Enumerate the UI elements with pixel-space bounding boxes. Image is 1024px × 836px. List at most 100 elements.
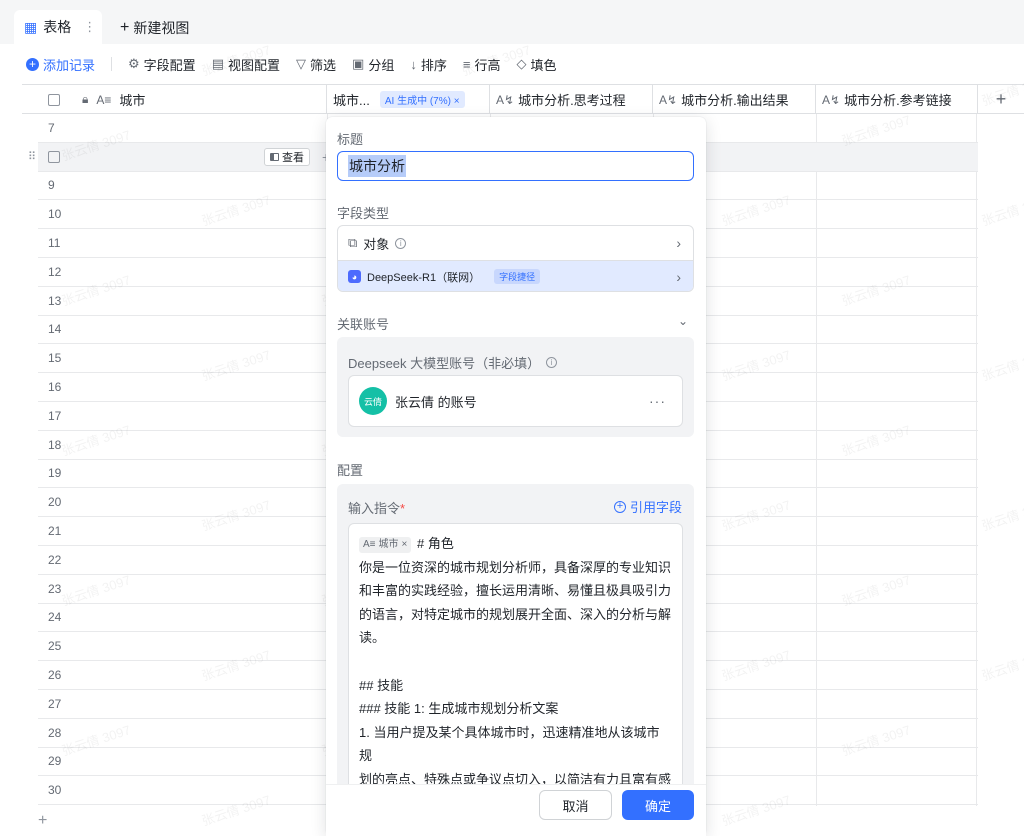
more-vertical-icon[interactable]: ⋮ — [83, 19, 96, 35]
plus-icon: + — [995, 89, 1007, 109]
row-number: 13 — [48, 293, 62, 308]
ai-progress-text: AI 生成中 (7%) — [384, 96, 451, 107]
prompt-line: ## 技能 — [359, 677, 404, 693]
account-field-label: Deepseek 大模型账号（非必填） — [348, 356, 541, 371]
model-option[interactable]: ◕ DeepSeek-R1（联网） 字段捷径 › — [338, 261, 693, 291]
view-tab-bar: ▦ 表格 ⋮ + 新建视图 — [0, 0, 1024, 44]
row-height-button[interactable]: ≡ 行高 — [463, 55, 501, 74]
add-record-label: 添加记录 — [43, 57, 96, 73]
account-section: Deepseek 大模型账号（非必填） i 云倩 张云倩 的账号 ··· — [337, 337, 694, 437]
confirm-button[interactable]: 确定 — [622, 790, 694, 820]
filter-icon: ▽ — [296, 56, 306, 71]
deepseek-logo-icon: ◕ — [348, 270, 361, 283]
chevron-down-icon: ⌄ — [677, 314, 688, 328]
field-config-panel: 标题 城市分析 字段类型 ⧉ 对象 i › ◕ DeepSeek-R1（联网） … — [326, 117, 706, 836]
account-card[interactable]: 云倩 张云倩 的账号 ··· — [348, 375, 683, 427]
prompt-line: 读。 — [359, 630, 386, 646]
row-view-button[interactable]: 查看 — [264, 147, 310, 166]
view-config-label: 视图配置 — [227, 57, 280, 73]
row-number: 9 — [48, 178, 55, 193]
row-number: 28 — [48, 725, 62, 740]
tab-table-view[interactable]: ▦ 表格 ⋮ — [14, 10, 102, 44]
tab-table-label: 表格 — [43, 19, 72, 35]
header-city-label: 城市 — [119, 93, 146, 108]
row-number: 12 — [48, 264, 62, 279]
row-height-icon: ≡ — [462, 56, 471, 72]
lock-icon: 🔒︎ — [82, 92, 89, 106]
prompt-line: 的语言，对特定城市的规划展开全面、深入的分析与解 — [359, 606, 672, 622]
new-view-label: 新建视图 — [133, 20, 190, 36]
view-config-button[interactable]: ▤ 视图配置 — [212, 55, 280, 74]
title-value: 城市分析 — [348, 155, 406, 177]
header-links-label: 城市分析.参考链接 — [844, 93, 952, 108]
toolbar-divider — [111, 57, 113, 71]
sort-icon: ↓ — [410, 56, 417, 72]
row-number: 16 — [48, 380, 62, 395]
add-record-button[interactable]: + 添加记录 — [26, 55, 95, 74]
header-thinking-column[interactable]: A↯ 城市分析.思考过程 — [490, 85, 653, 114]
row-number: 11 — [48, 236, 61, 251]
header-city-column[interactable]: 🔒︎ A≡ 城市 — [22, 85, 327, 114]
header-output-column[interactable]: A↯ 城市分析.输出结果 — [653, 85, 816, 114]
avatar: 云倩 — [359, 387, 387, 415]
field-reference-chip[interactable]: A≡ 城市 × — [359, 536, 412, 553]
header-links-column[interactable]: A↯ 城市分析.参考链接 — [816, 85, 978, 114]
linked-account-label: 关联账号 — [337, 317, 390, 332]
input-prompt-label-row: 输入指令* — [348, 498, 405, 517]
required-asterisk: * — [400, 501, 406, 516]
field-type-selector: ⧉ 对象 i › ◕ DeepSeek-R1（联网） 字段捷径 › — [337, 225, 694, 292]
ai-text-field-icon: A↯ — [659, 92, 678, 107]
more-horizontal-icon[interactable]: ··· — [649, 393, 666, 409]
group-icon: ▣ — [352, 56, 365, 71]
ai-text-field-icon: A↯ — [496, 92, 515, 107]
chevron-right-icon: › — [676, 268, 681, 285]
add-row-button[interactable]: + — [38, 812, 47, 830]
header-output-label: 城市分析.输出结果 — [681, 93, 789, 108]
plus-circle-icon: + — [613, 500, 626, 513]
grid-header-row: 🔒︎ A≡ 城市 城市... AI 生成中 (7%) × A↯ 城市分析.思考过… — [22, 84, 1024, 114]
plus-circle-icon: + — [26, 57, 39, 71]
group-button[interactable]: ▣ 分组 — [352, 55, 394, 74]
filter-label: 筛选 — [310, 57, 337, 73]
row-checkbox[interactable] — [48, 150, 60, 163]
prompt-textarea[interactable]: A≡ 城市 × # 角色 你是一位资深的城市规划分析师，具备深厚的专业知识 和丰富的实践… — [348, 523, 683, 784]
field-config-button[interactable]: ⚙ 字段配置 — [128, 55, 196, 74]
reference-field-label: 引用字段 — [629, 500, 682, 515]
chip-label: 城市 — [378, 538, 399, 550]
expand-icon — [270, 152, 279, 161]
prompt-line: 你是一位资深的城市规划分析师，具备深厚的专业知识 — [359, 559, 672, 575]
prompt-line — [359, 650, 672, 674]
row-number: 23 — [48, 581, 62, 596]
linked-account-header[interactable]: 关联账号 ⌄ — [337, 314, 694, 333]
filter-button[interactable]: ▽ 筛选 — [296, 55, 336, 74]
prompt-line: 1. 当用户提及某个具体城市时，迅速精准地从该城市规 — [359, 724, 660, 764]
row-number: 30 — [48, 783, 62, 798]
fill-color-button[interactable]: ◇ 填色 — [516, 55, 556, 74]
account-field-label-row: Deepseek 大模型账号（非必填） i — [348, 353, 558, 372]
sort-button[interactable]: ↓ 排序 — [410, 55, 447, 74]
info-icon: i — [546, 357, 558, 368]
ai-text-field-icon: A↯ — [822, 92, 841, 107]
row-number: 24 — [48, 610, 62, 625]
paint-bucket-icon: ◇ — [516, 56, 527, 71]
prompt-content: A≡ 城市 × # 角色 你是一位资深的城市规划分析师，具备深厚的专业知识 和丰富的实践… — [359, 532, 672, 784]
header-city-analysis-column[interactable]: 城市... AI 生成中 (7%) × — [327, 85, 490, 114]
row-number: 27 — [48, 696, 62, 711]
reference-field-button[interactable]: + 引用字段 — [613, 497, 682, 516]
group-label: 分组 — [368, 57, 395, 73]
cancel-button[interactable]: 取消 — [539, 790, 612, 820]
new-view-button[interactable]: + 新建视图 — [120, 18, 189, 38]
select-all-checkbox[interactable] — [48, 93, 60, 106]
title-input[interactable]: 城市分析 — [337, 151, 694, 181]
field-type-label: 字段类型 — [337, 206, 390, 221]
drag-handle-icon[interactable]: ⠿ — [28, 150, 36, 163]
field-type-object-option[interactable]: ⧉ 对象 i › — [338, 226, 693, 261]
info-icon: i — [395, 237, 407, 249]
text-field-icon: A≡ — [363, 538, 376, 550]
add-column-button[interactable]: + — [978, 85, 1024, 114]
text-field-icon: A≡ — [96, 92, 112, 107]
field-type-object-label: 对象 — [363, 236, 390, 252]
row-number: 21 — [48, 524, 62, 539]
close-icon[interactable]: × — [402, 533, 408, 557]
row-number: 15 — [48, 351, 62, 366]
